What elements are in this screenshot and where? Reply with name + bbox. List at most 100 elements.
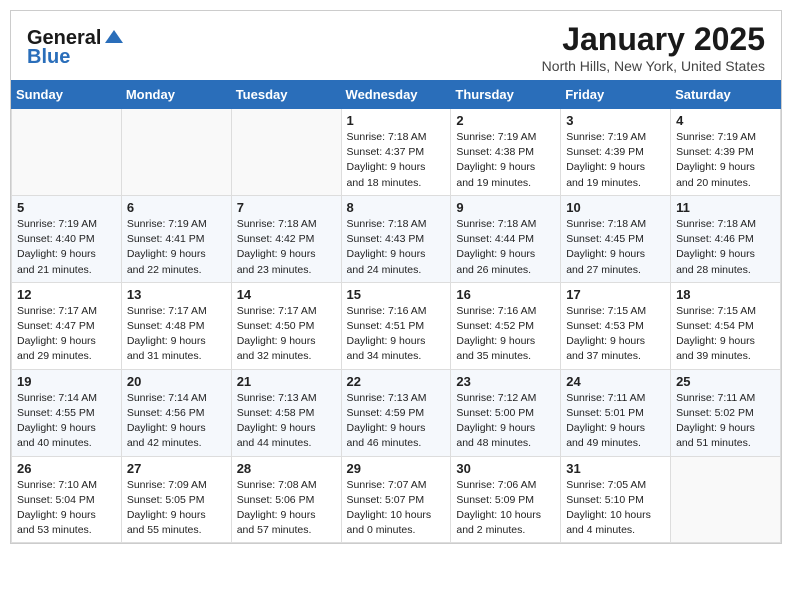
calendar-cell: 2Sunrise: 7:19 AM Sunset: 4:38 PM Daylig…	[451, 109, 561, 196]
day-header-tuesday: Tuesday	[231, 81, 341, 109]
calendar-cell: 16Sunrise: 7:16 AM Sunset: 4:52 PM Dayli…	[451, 282, 561, 369]
day-info: Sunrise: 7:12 AM Sunset: 5:00 PM Dayligh…	[456, 391, 555, 452]
day-info: Sunrise: 7:18 AM Sunset: 4:37 PM Dayligh…	[347, 130, 446, 191]
day-info: Sunrise: 7:09 AM Sunset: 5:05 PM Dayligh…	[127, 478, 226, 539]
day-info: Sunrise: 7:13 AM Sunset: 4:58 PM Dayligh…	[237, 391, 336, 452]
calendar-cell: 29 Sunrise: 7:07 AM Sunset: 5:07 PM Dayli…	[341, 456, 451, 543]
calendar-cell: 30 Sunrise: 7:06 AM Sunset: 5:09 PM Dayli…	[451, 456, 561, 543]
calendar-cell: 21 Sunrise: 7:13 AM Sunset: 4:58 PM Dayli…	[231, 369, 341, 456]
calendar-cell: 9Sunrise: 7:18 AM Sunset: 4:44 PM Daylig…	[451, 195, 561, 282]
day-info: Sunrise: 7:11 AM Sunset: 5:01 PM Dayligh…	[566, 391, 665, 452]
day-number: 15	[347, 287, 446, 302]
calendar-cell: 13 Sunrise: 7:17 AM Sunset: 4:48 PM Dayli…	[121, 282, 231, 369]
day-number: 31	[566, 461, 665, 476]
calendar-header-row: SundayMondayTuesdayWednesdayThursdayFrid…	[12, 81, 781, 109]
calendar-cell: 19 Sunrise: 7:14 AM Sunset: 4:55 PM Dayli…	[12, 369, 122, 456]
calendar-cell: 31 Sunrise: 7:05 AM Sunset: 5:10 PM Dayli…	[561, 456, 671, 543]
day-header-wednesday: Wednesday	[341, 81, 451, 109]
calendar-cell	[671, 456, 781, 543]
logo: General Blue	[27, 27, 125, 69]
day-info: Sunrise: 7:11 AM Sunset: 5:02 PM Dayligh…	[676, 391, 775, 452]
day-number: 6	[127, 200, 226, 215]
calendar-cell: 18Sunrise: 7:15 AM Sunset: 4:54 PM Dayli…	[671, 282, 781, 369]
calendar-cell: 14 Sunrise: 7:17 AM Sunset: 4:50 PM Dayli…	[231, 282, 341, 369]
calendar-cell	[12, 109, 122, 196]
day-number: 23	[456, 374, 555, 389]
day-info: Sunrise: 7:18 AM Sunset: 4:43 PM Dayligh…	[347, 217, 446, 278]
calendar-cell: 20 Sunrise: 7:14 AM Sunset: 4:56 PM Dayli…	[121, 369, 231, 456]
day-number: 14	[237, 287, 336, 302]
day-number: 20	[127, 374, 226, 389]
calendar-cell: 15 Sunrise: 7:16 AM Sunset: 4:51 PM Dayli…	[341, 282, 451, 369]
calendar-container: General Blue January 2025 North Hills, N…	[10, 10, 782, 544]
day-info: Sunrise: 7:17 AM Sunset: 4:48 PM Dayligh…	[127, 304, 226, 365]
day-info: Sunrise: 7:19 AM Sunset: 4:39 PM Dayligh…	[676, 130, 775, 191]
day-number: 10	[566, 200, 665, 215]
day-number: 19	[17, 374, 116, 389]
day-info: Sunrise: 7:07 AM Sunset: 5:07 PM Dayligh…	[347, 478, 446, 539]
day-info: Sunrise: 7:18 AM Sunset: 4:46 PM Dayligh…	[676, 217, 775, 278]
day-header-sunday: Sunday	[12, 81, 122, 109]
calendar-cell: 4 Sunrise: 7:19 AM Sunset: 4:39 PM Daylig…	[671, 109, 781, 196]
day-info: Sunrise: 7:16 AM Sunset: 4:51 PM Dayligh…	[347, 304, 446, 365]
calendar-cell	[121, 109, 231, 196]
calendar-week-2: 5Sunrise: 7:19 AM Sunset: 4:40 PM Daylig…	[12, 195, 781, 282]
calendar-cell: 17 Sunrise: 7:15 AM Sunset: 4:53 PM Dayli…	[561, 282, 671, 369]
day-number: 28	[237, 461, 336, 476]
day-header-friday: Friday	[561, 81, 671, 109]
calendar-cell: 27 Sunrise: 7:09 AM Sunset: 5:05 PM Dayli…	[121, 456, 231, 543]
calendar-cell: 25 Sunrise: 7:11 AM Sunset: 5:02 PM Dayli…	[671, 369, 781, 456]
day-header-monday: Monday	[121, 81, 231, 109]
day-info: Sunrise: 7:06 AM Sunset: 5:09 PM Dayligh…	[456, 478, 555, 539]
calendar-cell: 22Sunrise: 7:13 AM Sunset: 4:59 PM Dayli…	[341, 369, 451, 456]
calendar-cell: 26Sunrise: 7:10 AM Sunset: 5:04 PM Dayli…	[12, 456, 122, 543]
day-info: Sunrise: 7:19 AM Sunset: 4:41 PM Dayligh…	[127, 217, 226, 278]
day-number: 25	[676, 374, 775, 389]
calendar-cell: 24Sunrise: 7:11 AM Sunset: 5:01 PM Dayli…	[561, 369, 671, 456]
day-info: Sunrise: 7:18 AM Sunset: 4:42 PM Dayligh…	[237, 217, 336, 278]
day-info: Sunrise: 7:19 AM Sunset: 4:39 PM Dayligh…	[566, 130, 665, 191]
day-header-thursday: Thursday	[451, 81, 561, 109]
day-number: 30	[456, 461, 555, 476]
day-number: 12	[17, 287, 116, 302]
header: General Blue January 2025 North Hills, N…	[11, 11, 781, 80]
calendar-cell: 28Sunrise: 7:08 AM Sunset: 5:06 PM Dayli…	[231, 456, 341, 543]
calendar-cell: 5Sunrise: 7:19 AM Sunset: 4:40 PM Daylig…	[12, 195, 122, 282]
day-info: Sunrise: 7:05 AM Sunset: 5:10 PM Dayligh…	[566, 478, 665, 539]
calendar-cell: 10Sunrise: 7:18 AM Sunset: 4:45 PM Dayli…	[561, 195, 671, 282]
day-info: Sunrise: 7:16 AM Sunset: 4:52 PM Dayligh…	[456, 304, 555, 365]
day-number: 4	[676, 113, 775, 128]
day-info: Sunrise: 7:19 AM Sunset: 4:40 PM Dayligh…	[17, 217, 116, 278]
calendar-cell: 6 Sunrise: 7:19 AM Sunset: 4:41 PM Daylig…	[121, 195, 231, 282]
day-info: Sunrise: 7:19 AM Sunset: 4:38 PM Dayligh…	[456, 130, 555, 191]
day-info: Sunrise: 7:17 AM Sunset: 4:47 PM Dayligh…	[17, 304, 116, 365]
day-number: 17	[566, 287, 665, 302]
day-number: 1	[347, 113, 446, 128]
day-number: 7	[237, 200, 336, 215]
day-info: Sunrise: 7:15 AM Sunset: 4:53 PM Dayligh…	[566, 304, 665, 365]
calendar-cell	[231, 109, 341, 196]
location: North Hills, New York, United States	[542, 58, 765, 74]
calendar-table: SundayMondayTuesdayWednesdayThursdayFrid…	[11, 80, 781, 543]
calendar-week-1: 1 Sunrise: 7:18 AM Sunset: 4:37 PM Daylig…	[12, 109, 781, 196]
day-number: 29	[347, 461, 446, 476]
day-info: Sunrise: 7:14 AM Sunset: 4:55 PM Dayligh…	[17, 391, 116, 452]
calendar-cell: 1 Sunrise: 7:18 AM Sunset: 4:37 PM Daylig…	[341, 109, 451, 196]
calendar-cell: 8Sunrise: 7:18 AM Sunset: 4:43 PM Daylig…	[341, 195, 451, 282]
calendar-cell: 12 Sunrise: 7:17 AM Sunset: 4:47 PM Dayli…	[12, 282, 122, 369]
day-number: 3	[566, 113, 665, 128]
day-number: 13	[127, 287, 226, 302]
day-number: 22	[347, 374, 446, 389]
day-info: Sunrise: 7:10 AM Sunset: 5:04 PM Dayligh…	[17, 478, 116, 539]
logo-icon	[103, 27, 125, 49]
day-info: Sunrise: 7:17 AM Sunset: 4:50 PM Dayligh…	[237, 304, 336, 365]
day-info: Sunrise: 7:18 AM Sunset: 4:44 PM Dayligh…	[456, 217, 555, 278]
day-number: 21	[237, 374, 336, 389]
day-number: 27	[127, 461, 226, 476]
calendar-cell: 23 Sunrise: 7:12 AM Sunset: 5:00 PM Dayli…	[451, 369, 561, 456]
day-number: 18	[676, 287, 775, 302]
day-header-saturday: Saturday	[671, 81, 781, 109]
calendar-week-5: 26Sunrise: 7:10 AM Sunset: 5:04 PM Dayli…	[12, 456, 781, 543]
day-info: Sunrise: 7:14 AM Sunset: 4:56 PM Dayligh…	[127, 391, 226, 452]
calendar-cell: 7 Sunrise: 7:18 AM Sunset: 4:42 PM Daylig…	[231, 195, 341, 282]
